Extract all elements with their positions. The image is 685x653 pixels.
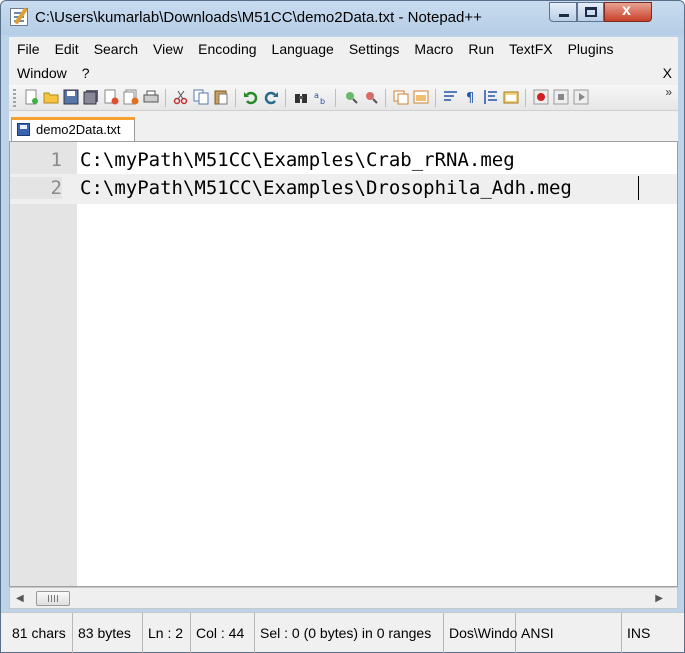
menu-plugins[interactable]: Plugins [560, 37, 621, 61]
line-number-gutter [10, 142, 77, 586]
menu-window[interactable]: Window [9, 61, 74, 85]
text-editor[interactable]: 1 C:\myPath\M51CC\Examples\Crab_rRNA.meg… [9, 141, 678, 587]
line-number: 2 [10, 177, 62, 199]
notepadpp-window: C:\Users\kumarlab\Downloads\M51CC\demo2D… [0, 0, 685, 653]
menu-edit[interactable]: Edit [47, 37, 86, 61]
scroll-left-icon[interactable]: ◀ [16, 593, 24, 604]
stop-macro-icon[interactable] [553, 89, 569, 105]
svg-text:b: b [320, 97, 325, 105]
svg-text:¶: ¶ [466, 91, 474, 105]
toolbar-separator [525, 89, 526, 107]
svg-text:a: a [314, 91, 319, 100]
menu-help[interactable]: ? [74, 61, 97, 85]
indent-guide-icon[interactable] [483, 89, 499, 105]
scrollbar-thumb[interactable] [36, 591, 70, 606]
maximize-button[interactable] [577, 2, 604, 22]
tab-strip: demo2Data.txt [9, 111, 678, 141]
toolbar-grip[interactable] [13, 89, 16, 107]
replace-icon[interactable]: ab [313, 89, 329, 105]
line-number: 1 [50, 149, 62, 171]
menu-macro[interactable]: Macro [406, 37, 460, 61]
scroll-right-icon[interactable]: ▶ [655, 593, 663, 604]
status-selection: Sel : 0 (0 bytes) in 0 ranges [255, 613, 444, 653]
close-icon: x [622, 2, 631, 19]
status-eol-format[interactable]: Dos\Windo [444, 613, 517, 653]
toolbar-separator [335, 89, 336, 107]
status-insert-mode[interactable]: INS [622, 613, 662, 653]
menu-settings[interactable]: Settings [341, 37, 407, 61]
menu-encoding[interactable]: Encoding [190, 37, 263, 61]
status-line: Ln : 2 [143, 613, 191, 653]
menu-search[interactable]: Search [86, 37, 145, 61]
undo-icon[interactable] [243, 89, 259, 105]
close-all-icon[interactable] [123, 89, 139, 105]
tab-label: demo2Data.txt [36, 122, 121, 137]
horizontal-scrollbar[interactable]: ◀ ▶ [9, 587, 678, 609]
status-char-count: 81 chars [7, 613, 73, 653]
menu-language[interactable]: Language [264, 37, 341, 61]
toolbar-separator [165, 89, 166, 107]
notepadpp-app-icon[interactable] [10, 8, 28, 26]
paste-icon[interactable] [213, 89, 229, 105]
window-title: C:\Users\kumarlab\Downloads\M51CC\demo2D… [35, 9, 482, 26]
status-encoding[interactable]: ANSI [516, 613, 622, 653]
sync-horizontal-icon[interactable] [413, 89, 429, 105]
line-text: C:\myPath\M51CC\Examples\Crab_rRNA.meg [80, 149, 515, 171]
line-text: C:\myPath\M51CC\Examples\Drosophila_Adh.… [80, 177, 572, 199]
save-all-icon[interactable] [83, 89, 99, 105]
redo-icon[interactable] [263, 89, 279, 105]
maximize-icon [585, 7, 597, 17]
status-column: Col : 44 [191, 613, 255, 653]
title-bar[interactable]: C:\Users\kumarlab\Downloads\M51CC\demo2D… [1, 1, 684, 35]
toolbar-overflow-button[interactable]: » [665, 85, 672, 99]
minimize-button[interactable] [549, 2, 577, 22]
sync-vertical-icon[interactable] [393, 89, 409, 105]
print-icon[interactable] [143, 89, 159, 105]
toolbar-separator [285, 89, 286, 107]
save-icon[interactable] [63, 89, 79, 105]
toolbar: ab ¶ » [9, 85, 678, 111]
text-caret [638, 176, 639, 200]
status-bar: 81 chars 83 bytes Ln : 2 Col : 44 Sel : … [1, 612, 684, 653]
toolbar-separator [235, 89, 236, 107]
close-document-button[interactable]: X [663, 65, 672, 81]
saved-file-icon [17, 123, 30, 136]
menu-view[interactable]: View [145, 37, 190, 61]
minimize-icon [559, 14, 569, 17]
menu-row-2: Window ? [9, 61, 97, 85]
close-file-icon[interactable] [103, 89, 119, 105]
word-wrap-icon[interactable] [443, 89, 459, 105]
menu-bar: File Edit Search View Encoding Language … [9, 37, 678, 85]
show-all-chars-icon[interactable]: ¶ [463, 89, 479, 105]
menu-textfx[interactable]: TextFX [501, 37, 560, 61]
find-icon[interactable] [293, 89, 309, 105]
open-file-icon[interactable] [43, 89, 59, 105]
cut-icon[interactable] [173, 89, 189, 105]
menu-file[interactable]: File [9, 37, 47, 61]
play-macro-icon[interactable] [573, 89, 589, 105]
zoom-out-icon[interactable] [363, 89, 379, 105]
menu-row-1: File Edit Search View Encoding Language … [9, 37, 621, 61]
menu-run[interactable]: Run [460, 37, 501, 61]
copy-icon[interactable] [193, 89, 209, 105]
zoom-in-icon[interactable] [343, 89, 359, 105]
status-byte-count: 83 bytes [73, 613, 143, 653]
toolbar-separator [385, 89, 386, 107]
close-window-button[interactable]: x [604, 2, 652, 22]
editor-line[interactable]: 1 C:\myPath\M51CC\Examples\Crab_rRNA.meg [10, 146, 677, 176]
toolbar-separator [435, 89, 436, 107]
record-macro-icon[interactable] [533, 89, 549, 105]
editor-line-current[interactable]: 2 C:\myPath\M51CC\Examples\Drosophila_Ad… [10, 174, 677, 204]
new-file-icon[interactable] [23, 89, 39, 105]
folder-icon[interactable] [503, 89, 519, 105]
tab-demo2data[interactable]: demo2Data.txt [11, 117, 135, 141]
